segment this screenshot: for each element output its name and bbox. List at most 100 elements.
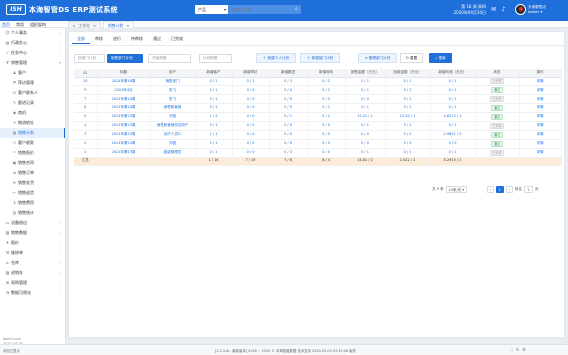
tab-org[interactable]: 组织架构 bbox=[30, 21, 46, 28]
period-start-select[interactable]: 开始周期 bbox=[148, 53, 191, 63]
cell-id[interactable]: 10 bbox=[74, 77, 98, 87]
sidebar-item-22[interactable]: ⚒ 维修单 › bbox=[0, 248, 65, 258]
pager-next-button[interactable]: › bbox=[505, 186, 513, 193]
cell-user[interactable]: 张飞 bbox=[150, 85, 196, 96]
search-type-select[interactable]: 产品 ▾ bbox=[195, 5, 228, 14]
settings-icon[interactable]: ⚙ bbox=[522, 347, 526, 352]
search-icon[interactable]: ⌕ bbox=[292, 5, 301, 14]
pager-prev-button[interactable]: ‹ bbox=[486, 186, 494, 193]
table-row[interactable]: 1 2024年第13周 超级管理员 0 / 10 / 00 / 30 / 00 / 1… bbox=[74, 148, 562, 158]
sidebar-item-23[interactable]: ⌂ 仓库 › bbox=[0, 258, 65, 268]
status-tab-approved[interactable]: 通过 bbox=[148, 35, 166, 44]
col-new-visits[interactable]: 新增拜访 bbox=[232, 69, 270, 78]
cell-user[interactable]: 张飞 bbox=[150, 94, 196, 105]
cell-user[interactable]: 销售和营销 bbox=[150, 103, 196, 114]
table-row[interactable]: 2 2024年第14周 刘强 0 / 10 / 00 / 00 / 00 / 00 /… bbox=[74, 139, 562, 149]
col-sales-amount[interactable]: 销售金额（万元） bbox=[345, 69, 386, 78]
table-row[interactable]: 10 2024年第18周 销售部门 0 / 10 / 20 / 30 / 20 / 1… bbox=[74, 77, 562, 87]
sidebar-item-16[interactable]: ↩ 销售退货 bbox=[0, 188, 65, 198]
sidebar-item-25[interactable]: ⊞ 采购管理 › bbox=[0, 278, 65, 288]
cell-title[interactable]: 2024年第16周 bbox=[97, 103, 151, 114]
status-tab-completed[interactable]: 已完成 bbox=[166, 35, 188, 44]
sidebar-item-26[interactable]: ◔ 数据可视化 › bbox=[0, 288, 65, 298]
page-size-select[interactable]: 10条/页 ▾ bbox=[445, 186, 467, 193]
sidebar-item-3[interactable]: ¥ 销售管理 ▾ bbox=[0, 58, 65, 68]
fullscreen-icon[interactable]: ⛶ bbox=[510, 347, 513, 352]
detail-link[interactable]: 详情 bbox=[519, 139, 562, 149]
table-row[interactable]: 9 2024年4月 张飞 0 / 10 / 00 / 00 / 10 / 10 / 1… bbox=[74, 85, 562, 96]
col-status[interactable]: 状态 bbox=[475, 69, 520, 78]
cell-id[interactable]: 2 bbox=[74, 139, 98, 149]
search-input[interactable] bbox=[228, 5, 292, 14]
sidebar-item-24[interactable]: ▨ 进销存 › bbox=[0, 268, 65, 278]
cell-title[interactable]: 2024年第15周 bbox=[97, 121, 151, 131]
table-row[interactable]: 6 2024年第16周 销售和营销 0 / 10 / 00 / 00 / 10 / 1… bbox=[74, 103, 562, 114]
cell-user[interactable]: 销售和营销测试用户 bbox=[150, 121, 196, 131]
sidebar-item-5[interactable]: ⚑ 拜访管理 bbox=[0, 78, 65, 88]
manage-dept-plan-button[interactable]: ≡ 管理部门计划 bbox=[358, 53, 397, 63]
new-person-plan-button[interactable]: ＋ 新建个人计划 bbox=[256, 53, 296, 63]
detail-link[interactable]: 详情 bbox=[519, 148, 562, 158]
sidebar-item-21[interactable]: ✦ 报价 › bbox=[0, 238, 65, 248]
cell-title[interactable]: 2024年第16周 bbox=[97, 94, 151, 105]
sidebar-item-14[interactable]: ≣ 销售订单 bbox=[0, 168, 65, 178]
detail-link[interactable]: 详情 bbox=[519, 85, 562, 96]
message-icon[interactable]: ✉ bbox=[490, 6, 497, 13]
cell-user[interactable]: 用户人员D bbox=[150, 130, 196, 140]
refresh-icon[interactable]: ↻ bbox=[516, 347, 519, 352]
sidebar-item-19[interactable]: ▭ 设备借出 › bbox=[0, 218, 65, 228]
cell-user[interactable]: 销售部门 bbox=[150, 77, 196, 87]
page-tab-sales-plan[interactable]: 销售计划 × bbox=[103, 21, 135, 28]
col-new-profit[interactable]: 新增利润（万元） bbox=[430, 69, 476, 78]
table-row[interactable]: 4 2024年第15周 销售和营销测试用户 0 / 10 / 00 / 00 / 00… bbox=[74, 121, 562, 131]
detail-link[interactable]: 详情 bbox=[519, 103, 562, 114]
table-row[interactable]: 7 2024年第16周 张飞 0 / 10 / 00 / 00 / 00 / 00 /… bbox=[74, 94, 562, 105]
cell-id[interactable]: 9 bbox=[74, 85, 98, 96]
detail-link[interactable]: 详情 bbox=[519, 94, 562, 105]
col-title[interactable]: 标题 bbox=[97, 69, 151, 78]
col-new-customers[interactable]: 新增客户 bbox=[195, 69, 233, 78]
app-logo[interactable]: ISH bbox=[6, 4, 26, 15]
cell-user[interactable]: 刘强 bbox=[150, 139, 196, 149]
col-id[interactable]: ID bbox=[74, 69, 98, 78]
cell-id[interactable]: 1 bbox=[74, 148, 98, 158]
sidebar-item-2[interactable]: ✓ 任务中心 › bbox=[0, 48, 65, 58]
sidebar-item-10[interactable]: ▦ 销售计划 bbox=[0, 128, 65, 138]
status-tab-all[interactable]: 全部 bbox=[72, 35, 90, 44]
table-row[interactable]: 5 2024年第15周 刘强 1 / 50 / 00 / 10 / 1 15.41 / … bbox=[74, 112, 562, 122]
tab-common[interactable]: 常用 bbox=[16, 21, 24, 28]
period-end-select[interactable]: 计划周期 bbox=[199, 53, 232, 63]
sidebar-item-11[interactable]: ¤ 客户收款 bbox=[0, 138, 65, 148]
close-icon[interactable]: × bbox=[93, 22, 96, 28]
sidebar-item-7[interactable]: ✎ 跟进记录 bbox=[0, 98, 65, 108]
avatar[interactable] bbox=[515, 4, 526, 15]
detail-link[interactable]: 详情 bbox=[519, 112, 562, 122]
reset-button[interactable]: ↻ 重置 bbox=[400, 53, 423, 63]
col-collection-amount[interactable]: 回款金额（万元） bbox=[385, 69, 431, 78]
sidebar-item-18[interactable]: ▥ 销售统计 bbox=[0, 208, 65, 218]
tab-home[interactable]: 首页 bbox=[2, 21, 10, 28]
cell-title[interactable]: 2024年第15周 bbox=[97, 130, 151, 140]
sidebar-item-8[interactable]: ◆ 商机 bbox=[0, 108, 65, 118]
sidebar-item-13[interactable]: ▣ 销售合同 bbox=[0, 158, 65, 168]
status-tab-review[interactable]: 审核 bbox=[90, 35, 108, 44]
close-icon[interactable]: × bbox=[126, 22, 129, 28]
sidebar-item-20[interactable]: ▧ 销售数据 › bbox=[0, 228, 65, 238]
sidebar-item-12[interactable]: ❝ 销售报价 bbox=[0, 148, 65, 158]
page-tab-workbench[interactable]: ⌂ 工作台 × bbox=[68, 21, 101, 28]
cell-id[interactable]: 6 bbox=[74, 103, 98, 114]
new-dept-plan-button[interactable]: ＋ 新建部门计划 bbox=[300, 53, 340, 63]
cell-title[interactable]: 2024年第15周 bbox=[97, 112, 151, 122]
cell-title[interactable]: 2024年第13周 bbox=[97, 148, 151, 158]
bell-icon[interactable]: ♪ bbox=[500, 6, 507, 13]
cell-id[interactable]: 4 bbox=[74, 121, 98, 131]
status-tab-progress[interactable]: 进行 bbox=[108, 35, 126, 44]
detail-link[interactable]: 详情 bbox=[519, 77, 562, 87]
cell-id[interactable]: 3 bbox=[74, 130, 98, 140]
pager-goto-input[interactable]: 1 bbox=[523, 186, 533, 193]
sidebar-item-9[interactable]: ⌖ 物流地址 bbox=[0, 118, 65, 128]
cell-title[interactable]: 2024年第14周 bbox=[97, 139, 151, 149]
sidebar-item-15[interactable]: ➤ 销售发货 bbox=[0, 178, 65, 188]
cell-title[interactable]: 2024年4月 bbox=[97, 85, 151, 96]
cell-id[interactable]: 5 bbox=[74, 112, 98, 122]
